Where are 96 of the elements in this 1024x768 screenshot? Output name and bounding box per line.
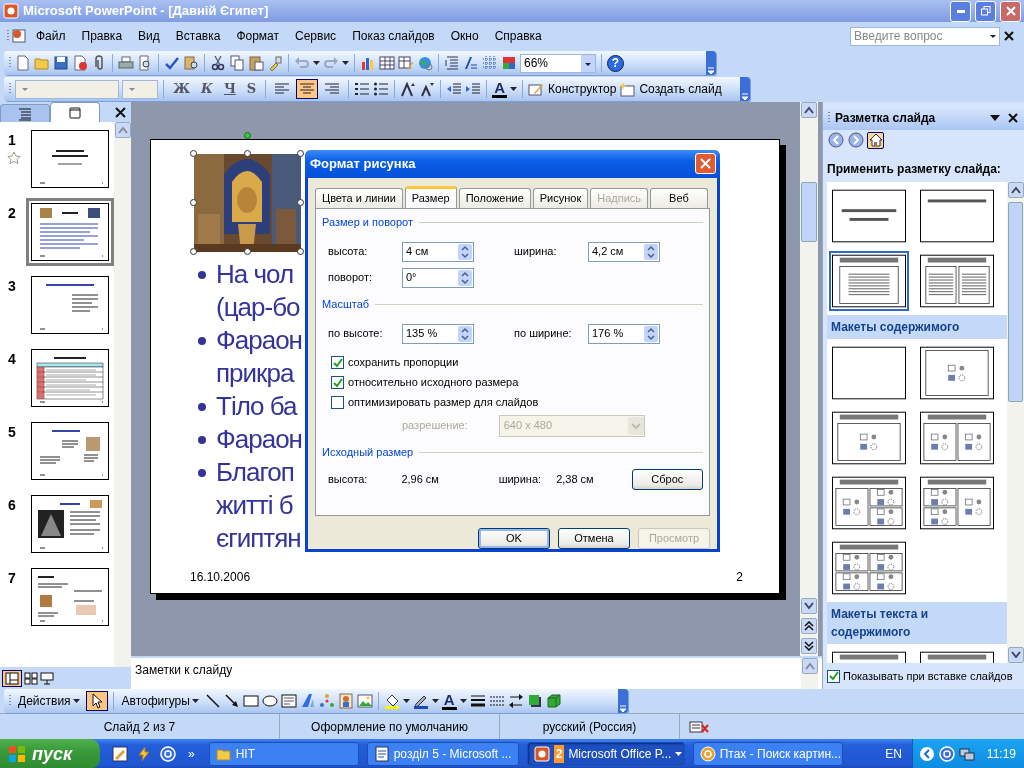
section-heading: Макеты содержимого bbox=[827, 315, 1007, 339]
notes-text[interactable]: Заметки к слайду bbox=[135, 663, 233, 677]
bullet-text: житті б bbox=[216, 489, 294, 522]
section-heading: Масштаб bbox=[322, 297, 370, 313]
chevron-button[interactable]: » bbox=[182, 745, 209, 763]
bullet-text: Фараон bbox=[216, 324, 302, 357]
disabled-button: Просмотр bbox=[638, 528, 710, 549]
field-value: 2,38 см bbox=[556, 472, 595, 488]
menu-item[interactable]: Правка bbox=[73, 27, 131, 45]
status-text: русский (Россия) bbox=[542, 718, 637, 736]
help-button[interactable]: ? bbox=[607, 54, 624, 72]
slide-number: 6 bbox=[8, 496, 17, 515]
menu-item[interactable]: Вид bbox=[130, 27, 168, 45]
dialog-button[interactable]: Отмена bbox=[558, 528, 630, 549]
actions-button[interactable]: Действия bbox=[15, 692, 83, 710]
new-slide-button[interactable]: Создать слайд bbox=[619, 80, 722, 98]
design-button[interactable]: Конструктор bbox=[528, 80, 617, 98]
autoshapes-button[interactable]: Автофигуры bbox=[118, 692, 202, 710]
status-text: Слайд 2 из 7 bbox=[103, 718, 176, 736]
field-label: высота: bbox=[328, 244, 369, 260]
tab[interactable]: Положение bbox=[458, 187, 531, 208]
bold-button[interactable]: Ж bbox=[169, 79, 195, 99]
font-color-button[interactable]: A bbox=[441, 692, 457, 710]
slide-number: 7 bbox=[8, 569, 17, 588]
clock: 11:19 bbox=[985, 746, 1016, 763]
tab[interactable]: Веб bbox=[650, 187, 708, 208]
field-label: ширина: bbox=[514, 244, 558, 260]
menu-item[interactable]: Вставка bbox=[167, 27, 229, 45]
bullet-text: прикра bbox=[216, 357, 295, 390]
number-field[interactable]: 0° bbox=[402, 267, 474, 288]
menu-item[interactable]: Формат bbox=[228, 27, 288, 45]
bullet-text: (цар-бо bbox=[216, 291, 300, 324]
apply-layout-label: Применить разметку слайда: bbox=[826, 161, 1002, 178]
task-pane-title: Разметка слайда bbox=[835, 110, 937, 127]
language-indicator[interactable]: EN bbox=[885, 745, 912, 763]
design-label: Конструктор bbox=[548, 81, 617, 98]
number-field[interactable]: 135 % bbox=[402, 323, 474, 344]
dialog-title: Формат рисунка bbox=[310, 155, 417, 174]
zoom-combo[interactable]: 66% bbox=[520, 53, 596, 73]
section-heading: Размер и поворот bbox=[322, 215, 413, 231]
field-label: поворот: bbox=[328, 270, 373, 286]
help-placeholder: Введите вопрос bbox=[854, 28, 943, 45]
tab[interactable]: Рисунок bbox=[532, 187, 589, 208]
bullet-text: Благоп bbox=[216, 456, 295, 489]
menu-item[interactable]: Окно bbox=[442, 27, 487, 45]
field-label: высота: bbox=[328, 472, 369, 488]
field-label: разрешение: bbox=[402, 418, 468, 434]
slide-number: 2 bbox=[736, 569, 743, 586]
field-label: ширина: bbox=[498, 472, 543, 488]
taskbar-button[interactable]: HIT bbox=[208, 742, 359, 766]
number-field[interactable]: 176 % bbox=[588, 323, 660, 344]
dialog-button[interactable]: OK bbox=[478, 528, 550, 549]
taskbar-button[interactable]: Птах - Поиск картин... bbox=[692, 742, 843, 766]
start-button[interactable]: пуск bbox=[0, 739, 100, 768]
menu-item[interactable]: Файл bbox=[28, 27, 74, 45]
taskbar-button[interactable]: розділ 5 - Microsoft ... bbox=[366, 742, 519, 766]
status-text: Оформление по умолчанию bbox=[311, 718, 468, 736]
bullet-text: Тіло ба bbox=[216, 390, 297, 423]
checkbox-label[interactable]: относительно исходного размера bbox=[348, 374, 519, 391]
slide-number: 5 bbox=[8, 423, 17, 442]
number-field[interactable]: 4 см bbox=[402, 241, 474, 262]
help-field[interactable]: Введите вопрос bbox=[850, 26, 1000, 46]
menu-item[interactable]: Справка bbox=[486, 27, 550, 45]
checkbox-label[interactable]: сохранить пропорции bbox=[348, 354, 459, 371]
number-field[interactable]: 4,2 см bbox=[588, 241, 660, 262]
window-title: Microsoft PowerPoint - [Давній Єгипет] bbox=[23, 2, 270, 21]
menu-item[interactable]: Показ слайдов bbox=[344, 27, 443, 45]
italic-button[interactable]: К bbox=[197, 79, 217, 99]
tab[interactable]: Цвета и линии bbox=[315, 187, 403, 208]
field-label: по ширине: bbox=[514, 326, 573, 342]
new-slide-label: Создать слайд bbox=[639, 81, 722, 98]
slide-number: 1 bbox=[8, 131, 17, 150]
slide-number: 2 bbox=[8, 204, 17, 223]
checkbox-label: Показывать при вставке слайдов bbox=[843, 668, 1013, 684]
bullet-text: На чол bbox=[216, 258, 295, 291]
underline-button[interactable]: Ч bbox=[219, 79, 240, 99]
shadow-button[interactable]: S bbox=[242, 79, 261, 99]
slide-date: 16.10.2006 bbox=[190, 569, 251, 586]
checkbox-label[interactable]: оптимизировать размер для слайдов bbox=[348, 394, 539, 411]
tab[interactable]: Размер bbox=[404, 185, 457, 208]
section-heading: Макеты текста и содержимого bbox=[827, 602, 1007, 644]
zoom-value: 66% bbox=[524, 55, 549, 72]
slide-number: 3 bbox=[8, 277, 17, 296]
window-count: 2 bbox=[553, 745, 565, 763]
bullet-text: єгиптян bbox=[216, 522, 301, 555]
slide-number: 4 bbox=[8, 350, 17, 369]
tab: Надпись bbox=[590, 187, 649, 208]
reset-button[interactable]: Сброс bbox=[631, 469, 703, 491]
resolution-select: 640 x 480 bbox=[498, 414, 645, 437]
menu-item[interactable]: Сервис bbox=[287, 27, 345, 45]
field-label: по высоте: bbox=[328, 326, 384, 342]
field-value: 2,96 см bbox=[401, 472, 440, 488]
bullet-text: Фараон bbox=[216, 423, 302, 456]
taskbar-button[interactable]: 2 Microsoft Office P... bbox=[526, 742, 685, 766]
font-color-button[interactable]: A bbox=[492, 80, 507, 98]
section-heading: Исходный размер bbox=[322, 445, 414, 461]
